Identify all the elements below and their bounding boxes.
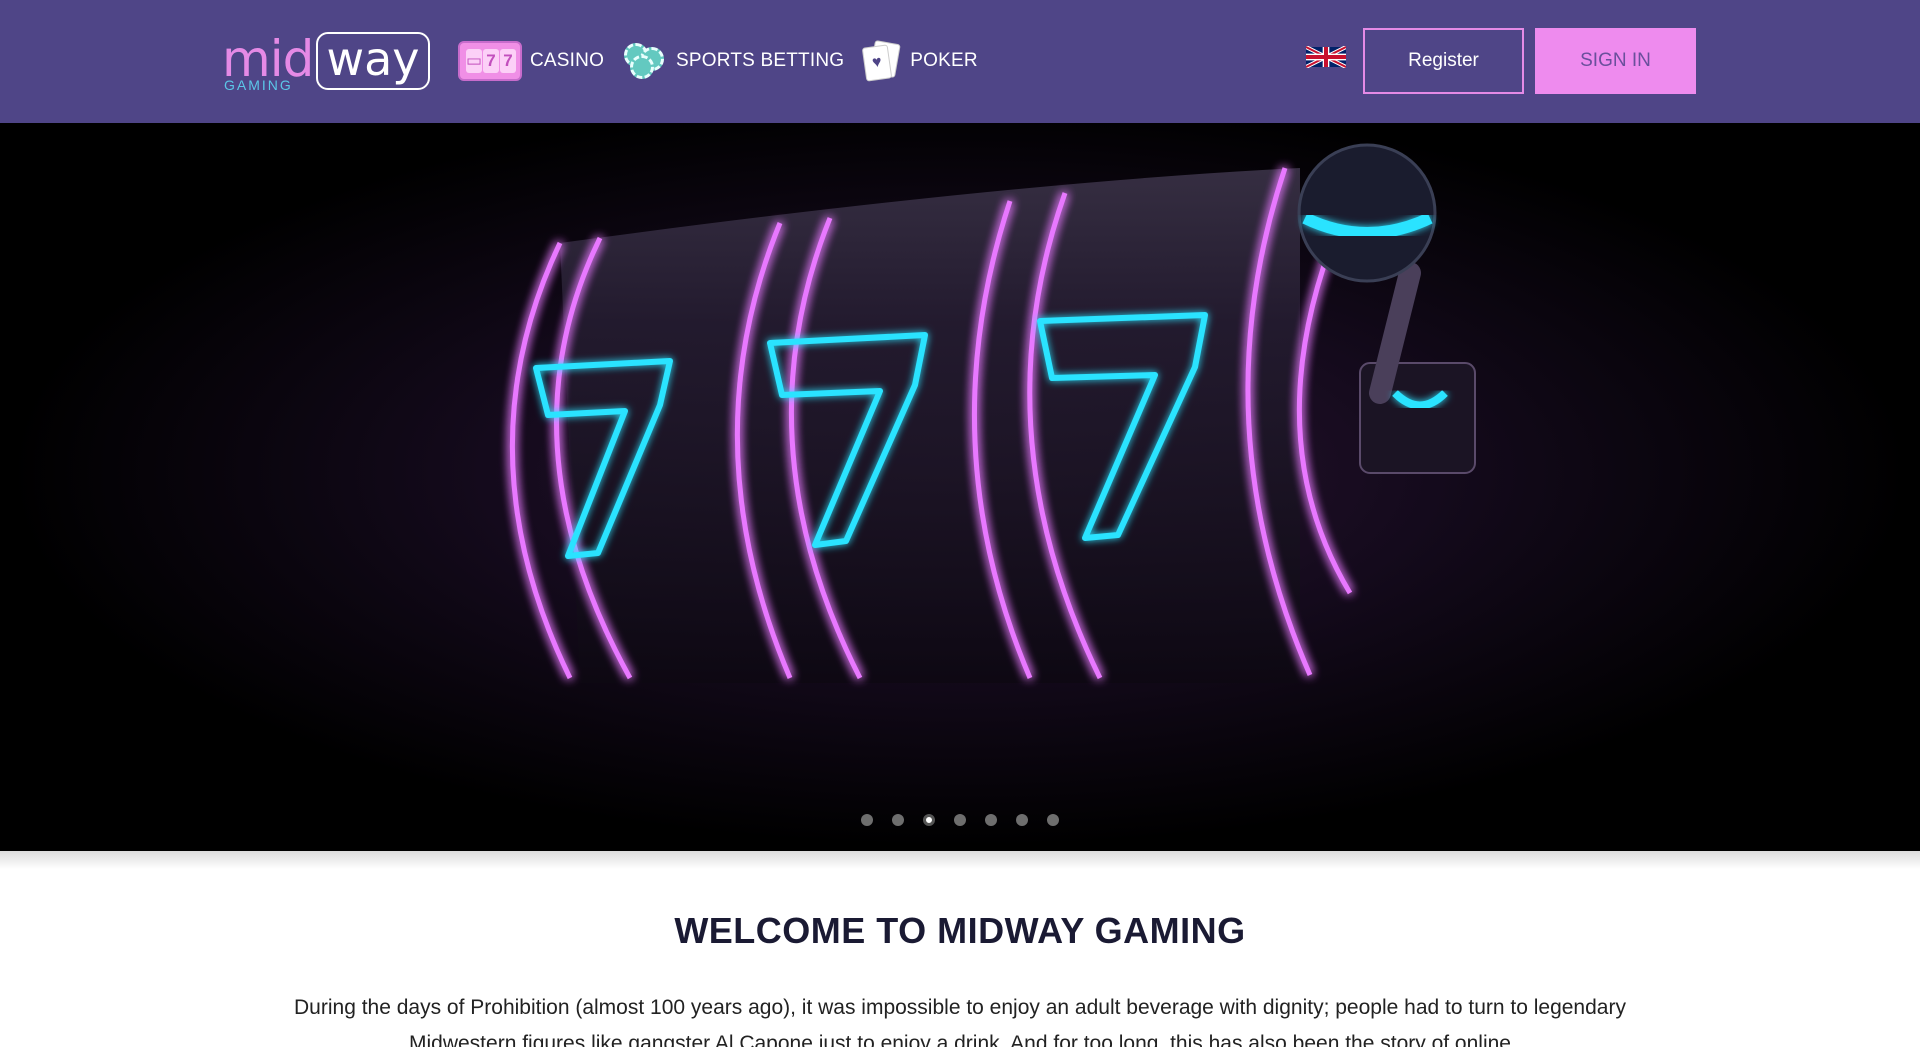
site-header: mid GAMING way ▭ 7 7 CASINO SPORTS BETTI…	[0, 0, 1920, 123]
hero-divider	[0, 851, 1920, 869]
carousel-dot-7[interactable]	[1047, 814, 1059, 826]
uk-flag-icon[interactable]	[1306, 46, 1346, 68]
slot-machine-icon: ▭ 7 7	[458, 41, 522, 81]
main-nav: ▭ 7 7 CASINO SPORTS BETTING ♥ POKER	[458, 36, 996, 86]
slot-machine-illustration	[509, 143, 1476, 683]
hero-carousel[interactable]	[0, 123, 1920, 851]
sign-in-button[interactable]: SIGN IN	[1535, 28, 1696, 94]
nav-casino-label: CASINO	[530, 50, 605, 71]
cards-icon: ♥	[862, 40, 902, 82]
logo-way-text: way	[316, 32, 430, 90]
logo-gaming-text: GAMING	[224, 77, 293, 93]
carousel-dot-5[interactable]	[985, 814, 997, 826]
midway-gaming-logo[interactable]: mid GAMING way	[222, 30, 430, 94]
register-button[interactable]: Register	[1363, 28, 1524, 94]
nav-casino[interactable]: ▭ 7 7 CASINO	[458, 41, 604, 81]
chips-icon	[622, 41, 668, 81]
carousel-dot-1[interactable]	[861, 814, 873, 826]
welcome-intro-text: During the days of Prohibition (almost 1…	[294, 996, 1626, 1047]
nav-sports-betting[interactable]: SPORTS BETTING	[622, 41, 844, 81]
carousel-dot-2[interactable]	[892, 814, 904, 826]
nav-poker-label: POKER	[910, 50, 978, 71]
nav-sports-betting-label: SPORTS BETTING	[676, 50, 845, 71]
carousel-dots	[0, 814, 1920, 834]
carousel-dot-6[interactable]	[1016, 814, 1028, 826]
carousel-dot-4[interactable]	[954, 814, 966, 826]
carousel-dot-3-active[interactable]	[923, 814, 935, 826]
welcome-title: WELCOME TO MIDWAY GAMING	[674, 910, 1246, 951]
nav-poker[interactable]: ♥ POKER	[862, 40, 978, 82]
